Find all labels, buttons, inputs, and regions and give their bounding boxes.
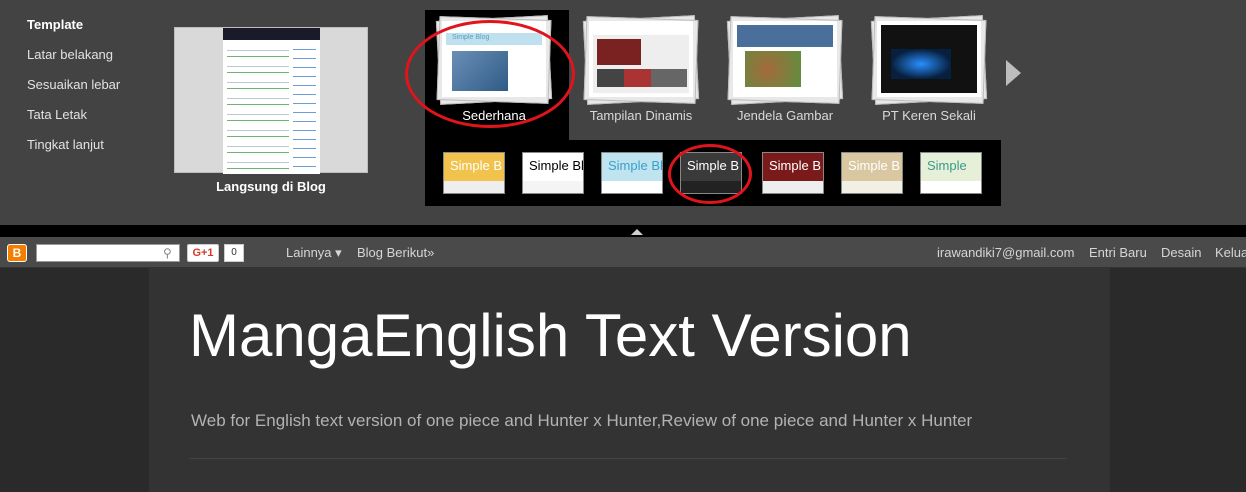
menu-item-background[interactable]: Latar belakang (27, 47, 120, 77)
next-blog-link[interactable]: Blog Berikut» (357, 245, 434, 260)
blogger-logo-icon[interactable]: B (7, 244, 27, 262)
variant-thumb[interactable]: Simple B (443, 152, 505, 194)
panel-divider (0, 225, 1246, 237)
variant-thumb[interactable]: Simple B (841, 152, 903, 194)
variant-thumb[interactable]: Simple B (762, 152, 824, 194)
side-menu: Template Latar belakang Sesuaikan lebar … (27, 17, 120, 167)
template-label-simple: Sederhana (462, 108, 526, 123)
template-designer-panel: Template Latar belakang Sesuaikan lebar … (0, 0, 1246, 225)
variant-thumb[interactable]: Simple Blo (522, 152, 584, 194)
template-thumb-awesome (877, 21, 981, 97)
blogger-navbar: B ⚲ G+1 0 Lainnya ▾ Blog Berikut» irawan… (0, 237, 1246, 268)
template-label-picture-window: Jendela Gambar (736, 108, 834, 123)
live-preview-label[interactable]: Langsung di Blog (174, 179, 368, 194)
variant-thumb-selected[interactable]: Simple B (680, 152, 742, 194)
template-card-dynamic[interactable]: Tampilan Dinamis (581, 18, 701, 123)
menu-item-adjust-width[interactable]: Sesuaikan lebar (27, 77, 120, 107)
design-link[interactable]: Desain (1161, 245, 1201, 260)
template-card-picture-window[interactable]: Jendela Gambar (725, 18, 845, 123)
menu-item-template[interactable]: Template (27, 17, 120, 47)
template-card-awesome[interactable]: PT Keren Sekali (869, 18, 989, 123)
menu-item-advanced[interactable]: Tingkat lanjut (27, 137, 120, 167)
blog-description: Web for English text version of one piec… (191, 411, 973, 430)
search-icon[interactable]: ⚲ (163, 246, 177, 260)
navbar-search-input[interactable] (36, 244, 180, 262)
blog-title[interactable]: MangaEnglish Text Version (189, 301, 912, 370)
template-label-awesome: PT Keren Sekali (882, 108, 976, 123)
variant-thumb[interactable]: Simple (920, 152, 982, 194)
caret-up-icon[interactable] (631, 229, 643, 235)
arrow-right-icon[interactable] (1006, 60, 1021, 86)
gplus-button[interactable]: G+1 (187, 244, 219, 262)
live-preview-page (223, 28, 320, 174)
more-menu[interactable]: Lainnya ▾ (286, 245, 342, 261)
sign-out-link[interactable]: Kelua (1215, 245, 1246, 260)
variant-thumb[interactable]: Simple Bl (601, 152, 663, 194)
template-label-dynamic: Tampilan Dinamis (589, 108, 693, 123)
header-divider (189, 458, 1067, 459)
template-thumb-simple: Simple Blog (442, 21, 546, 97)
account-email[interactable]: irawandiki7@gmail.com (937, 245, 1074, 260)
template-thumb-picture-window (733, 21, 837, 97)
template-variant-strip: Simple B Simple Blo Simple Bl Simple B S… (425, 140, 1001, 206)
gplus-count: 0 (224, 244, 244, 262)
live-preview-thumbnail[interactable] (174, 27, 368, 174)
new-post-link[interactable]: Entri Baru (1089, 245, 1147, 260)
template-thumb-dynamic (589, 21, 693, 97)
menu-item-layout[interactable]: Tata Letak (27, 107, 120, 137)
template-card-simple[interactable]: Simple Blog Sederhana (434, 18, 554, 123)
